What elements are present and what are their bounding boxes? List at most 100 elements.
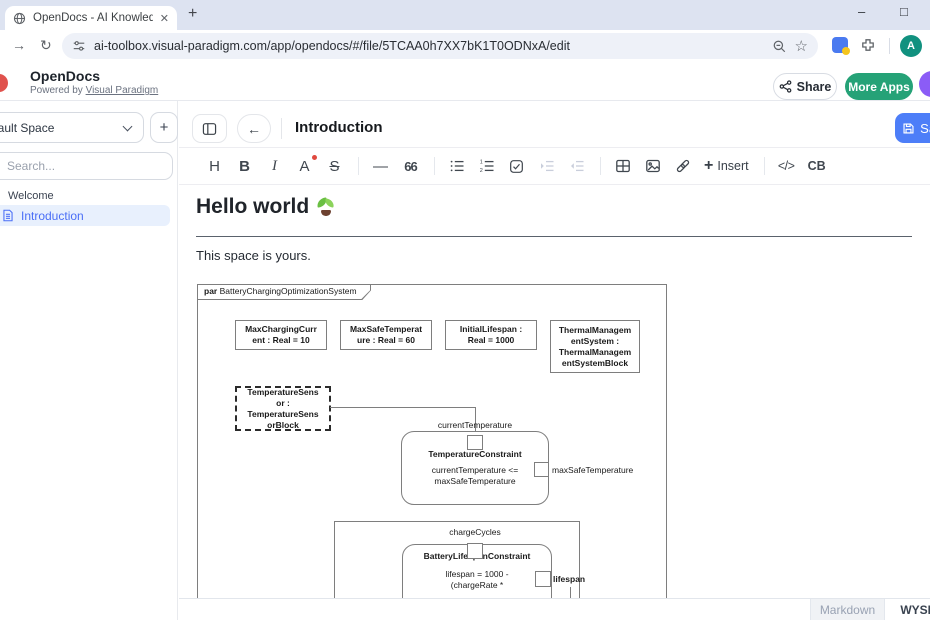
constraint-expression: currentTemperature <= maxSafeTemperature xyxy=(402,460,548,487)
image-button[interactable] xyxy=(644,156,661,176)
block-temperature-sensor: TemperatureSensor : TemperatureSensorBlo… xyxy=(235,386,331,431)
browser-tab[interactable]: OpenDocs - AI Knowledge Base ✕ xyxy=(5,6,177,30)
red-dot xyxy=(312,155,317,160)
save-button[interactable]: Save xyxy=(895,113,930,143)
app-title: OpenDocs xyxy=(30,68,100,84)
formatting-toolbar: H B I A S — 66 1 2 xyxy=(179,148,930,185)
table-button[interactable] xyxy=(614,156,631,176)
back-button[interactable]: ← xyxy=(237,114,271,143)
search-input[interactable] xyxy=(0,152,173,180)
port-label-lifespan: lifespan xyxy=(553,574,585,584)
port-square xyxy=(534,462,549,477)
connector-line xyxy=(570,587,571,598)
document-icon xyxy=(2,209,14,222)
site-settings-icon[interactable] xyxy=(72,39,86,53)
sidebar-section-welcome: Welcome xyxy=(8,190,54,202)
share-button[interactable]: Share xyxy=(773,73,837,100)
space-name: Default Space xyxy=(0,121,54,135)
block-thermal-management-system: ThermalManagementSystem : ThermalManagem… xyxy=(550,320,640,373)
reload-icon[interactable]: ↻ xyxy=(40,37,52,54)
back-arrow-icon: ← xyxy=(247,121,261,137)
opendocs-logo xyxy=(0,74,8,92)
heading-rule xyxy=(196,236,912,237)
blockquote-button[interactable]: 66 xyxy=(402,156,419,176)
task-list-button[interactable] xyxy=(508,156,525,176)
port-square xyxy=(467,435,483,450)
window-minimize-button[interactable]: – xyxy=(858,4,865,19)
svg-text:2: 2 xyxy=(479,168,482,174)
extensions-puzzle-icon[interactable] xyxy=(860,37,876,53)
more-apps-button[interactable]: More Apps xyxy=(845,73,913,100)
document-canvas[interactable]: Hello world This space is yours. par Bat… xyxy=(179,185,930,598)
port-square xyxy=(535,571,551,587)
app-header: OpenDocs Powered by Visual Paradigm Shar… xyxy=(0,62,930,101)
account-avatar[interactable] xyxy=(919,71,930,97)
frame-label: par BatteryChargingOptimizationSystem xyxy=(204,285,357,298)
document-header: ← Introduction Save xyxy=(179,108,930,148)
globe-icon xyxy=(13,12,26,25)
space-selector[interactable]: Default Space xyxy=(0,112,144,143)
toolbar-divider xyxy=(600,157,601,175)
page-title: Introduction xyxy=(295,119,382,136)
port-label-charge-cycles: chargeCycles xyxy=(405,527,545,537)
window-maximize-button[interactable]: □ xyxy=(900,4,908,19)
italic-button[interactable]: I xyxy=(266,156,283,176)
port-square xyxy=(467,543,483,559)
add-space-button[interactable]: + xyxy=(150,112,178,143)
strikethrough-button[interactable]: S xyxy=(326,156,343,176)
inline-code-button[interactable]: </> xyxy=(778,156,795,176)
port-label-max-safe-temperature: maxSafeTemperature xyxy=(552,465,633,475)
block-max-charging-current: MaxChargingCurrent : Real = 10 xyxy=(235,320,327,350)
visual-paradigm-link[interactable]: Visual Paradigm xyxy=(86,85,159,96)
browser-profile-avatar[interactable]: A xyxy=(900,35,922,57)
tab-title: OpenDocs - AI Knowledge Base xyxy=(33,12,153,24)
browser-tab-strip: OpenDocs - AI Knowledge Base ✕ + – □ xyxy=(0,0,930,30)
toggle-sidebar-button[interactable] xyxy=(192,114,227,143)
tab-wysiwyg[interactable]: WYSIWYG xyxy=(885,599,930,620)
toolbar-divider xyxy=(889,38,890,54)
editor-mode-bar: Markdown WYSIWYG xyxy=(179,598,930,620)
heading-button[interactable]: H xyxy=(206,156,223,176)
link-button[interactable] xyxy=(674,156,691,176)
chevron-down-icon xyxy=(123,121,133,131)
header-divider xyxy=(281,118,282,139)
extension-shortcut-icon[interactable] xyxy=(832,37,848,53)
browser-toolbar: → ↻ ai-toolbox.visual-paradigm.com/app/o… xyxy=(0,30,930,62)
toolbar-divider xyxy=(434,157,435,175)
insert-button[interactable]: + Insert xyxy=(704,157,749,175)
block-initial-lifespan: InitialLifespan : Real = 1000 xyxy=(445,320,537,350)
bold-button[interactable]: B xyxy=(236,156,253,176)
zoom-out-icon[interactable] xyxy=(772,39,787,54)
parametric-diagram-image: par BatteryChargingOptimizationSystem Ma… xyxy=(197,276,668,598)
block-max-safe-temperature: MaxSafeTemperature : Real = 60 xyxy=(340,320,432,350)
horizontal-rule-button[interactable]: — xyxy=(372,156,389,176)
save-icon xyxy=(902,122,915,135)
panel-icon xyxy=(202,122,217,136)
new-tab-button[interactable]: + xyxy=(188,5,197,23)
code-block-button[interactable]: CB xyxy=(808,156,826,176)
tab-markdown[interactable]: Markdown xyxy=(810,599,885,620)
tab-close-icon[interactable]: ✕ xyxy=(160,12,169,25)
ordered-list-button[interactable]: 1 2 xyxy=(478,156,495,176)
bookmark-star-icon[interactable]: ☆ xyxy=(795,39,808,54)
seedling-emoji-icon xyxy=(316,197,336,217)
url-bar[interactable]: ai-toolbox.visual-paradigm.com/app/opend… xyxy=(62,33,818,59)
document-heading: Hello world xyxy=(196,195,336,219)
indent-button[interactable] xyxy=(538,156,555,176)
editor-main: ← Introduction Save H B I A S — 66 xyxy=(179,101,930,620)
toolbar-divider xyxy=(358,157,359,175)
connector-line xyxy=(330,407,476,408)
sidebar: Default Space + Welcome Introduction xyxy=(0,101,178,620)
powered-by: Powered by Visual Paradigm xyxy=(30,85,158,96)
text-color-button[interactable]: A xyxy=(296,156,313,176)
forward-icon[interactable]: → xyxy=(12,37,26,53)
url-text: ai-toolbox.visual-paradigm.com/app/opend… xyxy=(94,39,764,53)
sidebar-item-label: Introduction xyxy=(21,209,84,223)
constraint-expression: lifespan = 1000 - (chargeRate * xyxy=(403,562,551,591)
share-icon xyxy=(779,80,792,93)
port-label-current-temperature: currentTemperature xyxy=(405,420,545,430)
bullet-list-button[interactable] xyxy=(448,156,465,176)
outdent-button[interactable] xyxy=(568,156,585,176)
svg-text:1: 1 xyxy=(479,159,482,165)
sidebar-item-introduction[interactable]: Introduction xyxy=(0,205,170,226)
